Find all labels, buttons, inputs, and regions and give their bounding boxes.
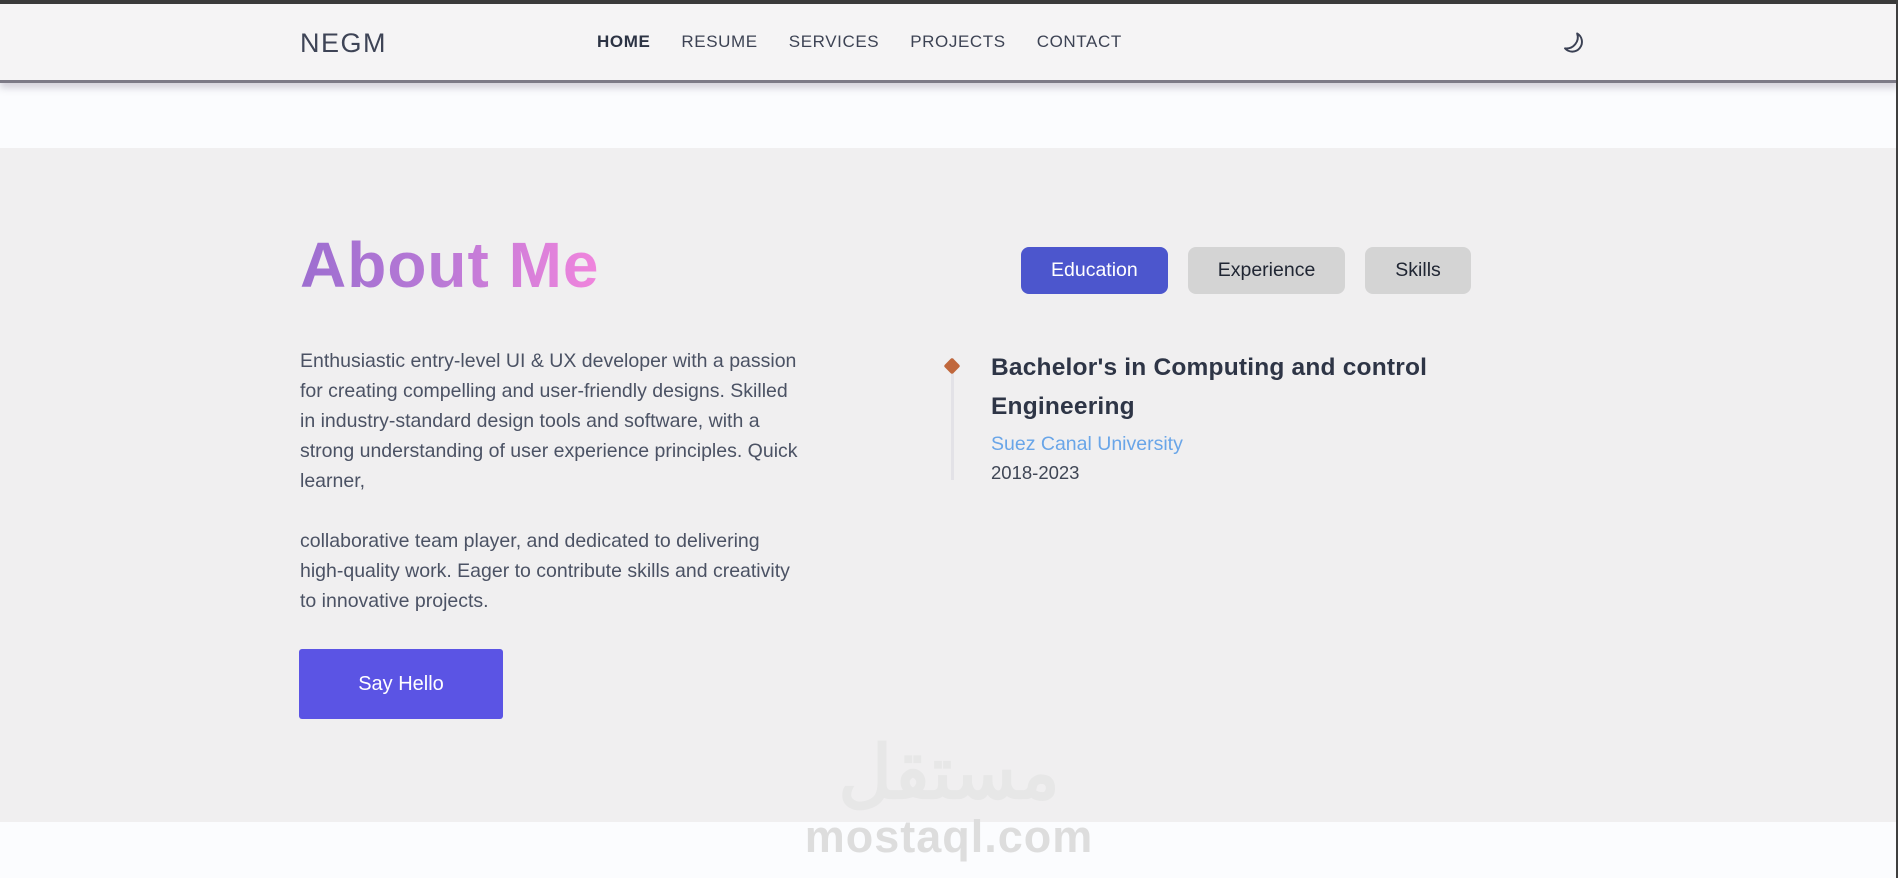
nav-item-projects[interactable]: PROJECTS [910,32,1005,52]
nav-links: HOME RESUME SERVICES PROJECTS CONTACT [597,4,1122,80]
about-section: About Me Enthusiastic entry-level UI & U… [0,148,1898,822]
about-paragraph-2: collaborative team player, and dedicated… [300,530,790,612]
say-hello-button[interactable]: Say Hello [299,649,503,719]
nav-item-contact[interactable]: CONTACT [1037,32,1122,52]
nav-item-home[interactable]: HOME [597,32,650,52]
nav-item-resume[interactable]: RESUME [681,32,757,52]
timeline-line [951,358,954,480]
footer-spacer [0,822,1898,878]
institution-link[interactable]: Suez Canal University [991,433,1471,456]
tab-education[interactable]: Education [1021,247,1168,294]
tab-skills[interactable]: Skills [1365,247,1471,294]
navbar: NEGM HOME RESUME SERVICES PROJECTS CONTA… [0,4,1898,83]
tab-experience[interactable]: Experience [1187,247,1346,294]
education-entry: Bachelor's in Computing and control Engi… [991,348,1471,484]
about-title: About Me [300,229,600,301]
window-top-edge [0,0,1898,4]
theme-toggle-button[interactable] [1556,26,1590,60]
about-tabs: Education Experience Skills [1021,247,1471,294]
degree-title: Bachelor's in Computing and control Engi… [991,354,1428,420]
moon-icon [1560,29,1586,58]
site-logo[interactable]: NEGM [300,28,387,59]
about-paragraph-1: Enthusiastic entry-level UI & UX develop… [300,350,798,492]
timeline-diamond-marker [943,357,961,375]
education-years: 2018-2023 [991,462,1080,483]
nav-item-services[interactable]: SERVICES [789,32,879,52]
header-spacer [0,86,1898,148]
